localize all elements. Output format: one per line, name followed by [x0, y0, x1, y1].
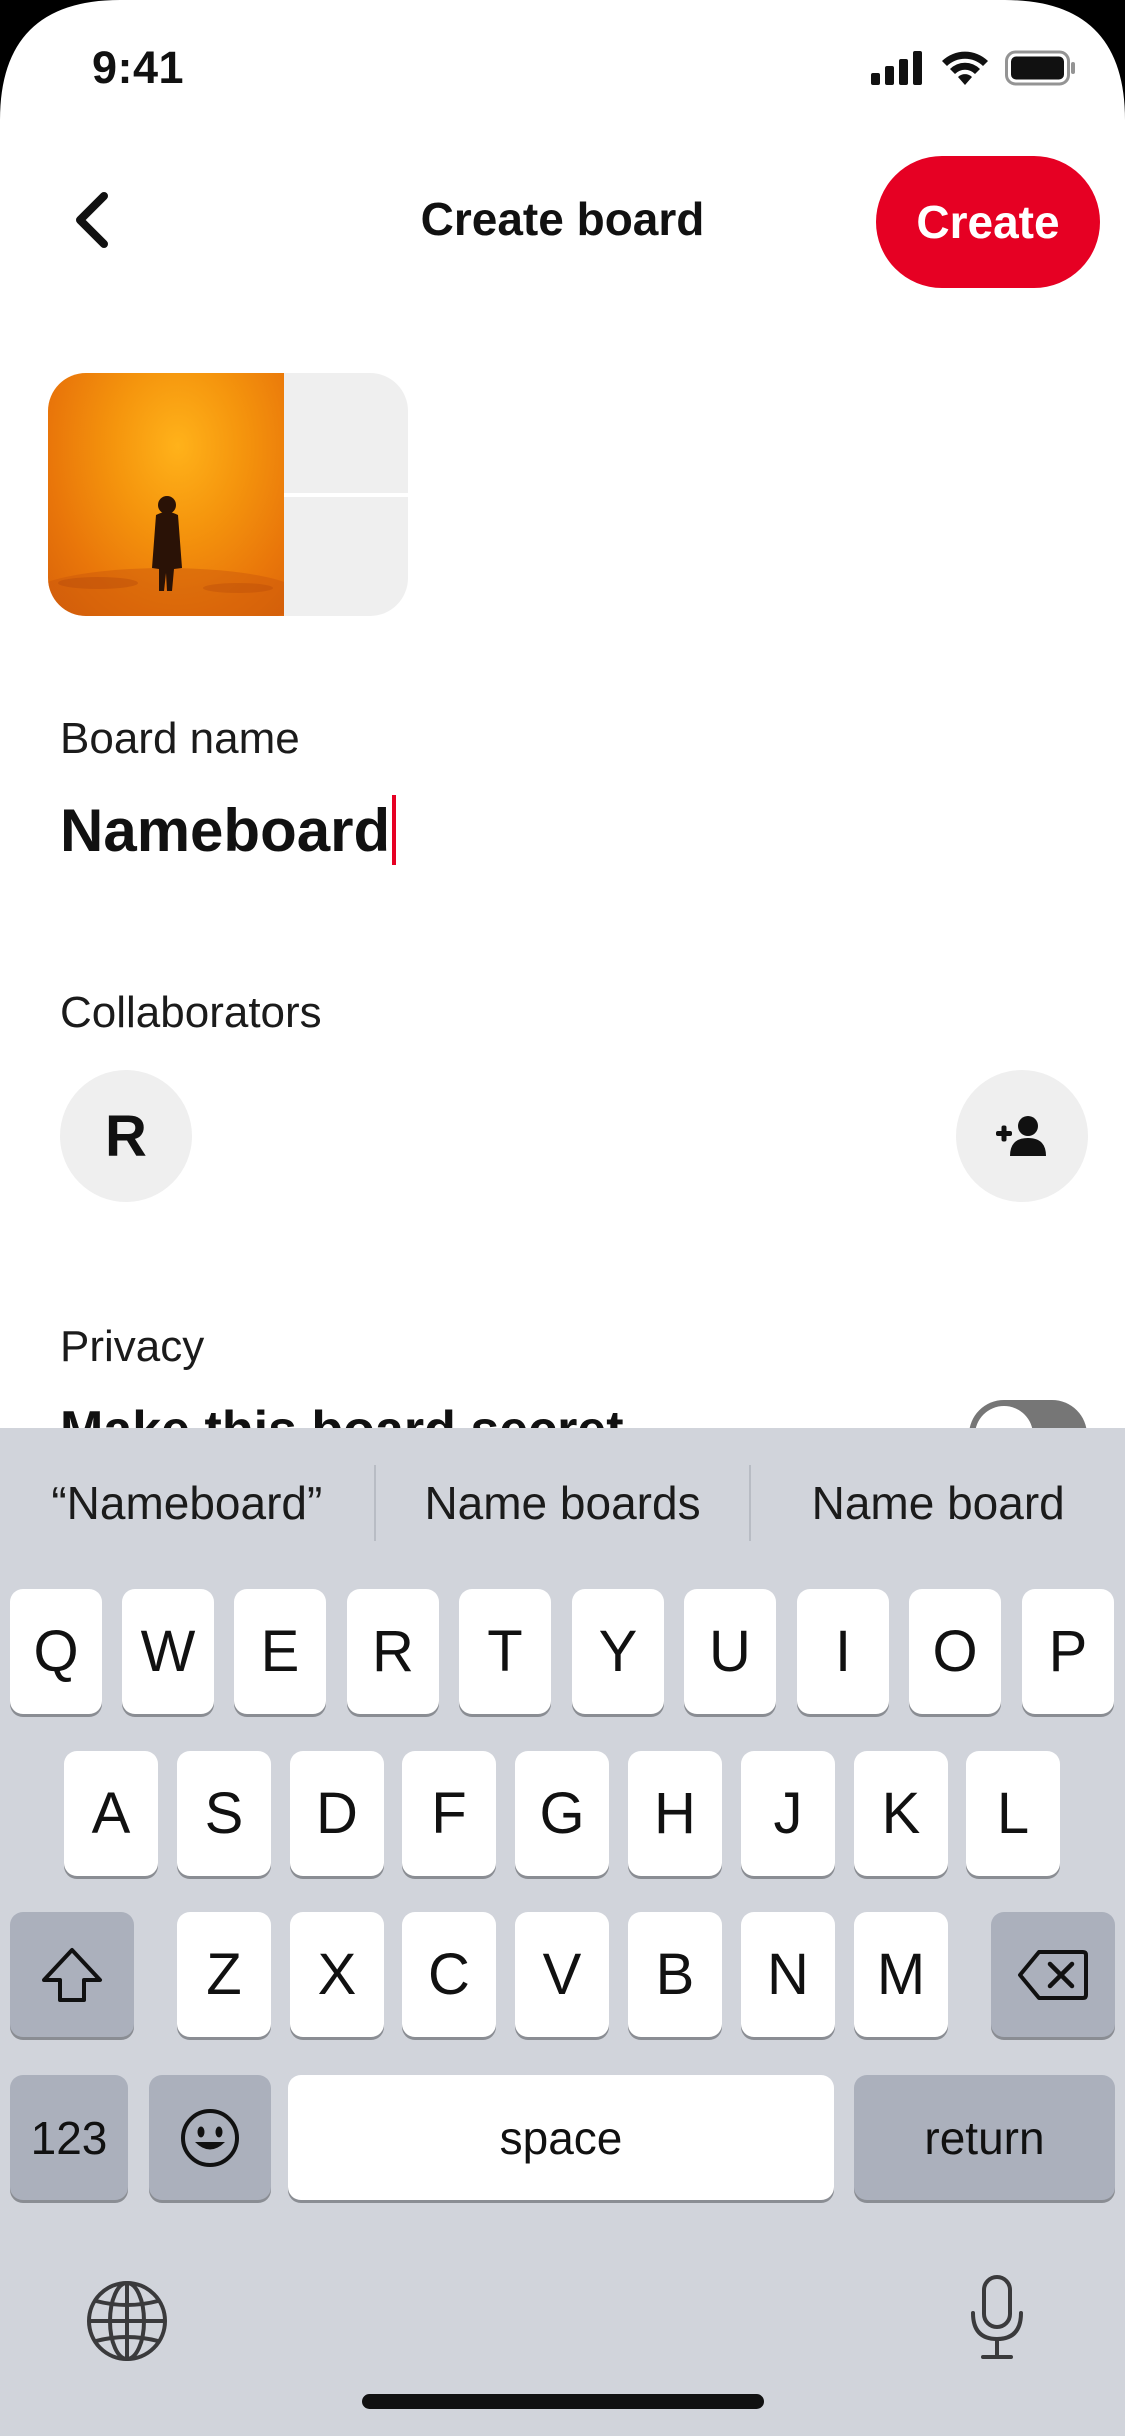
cover-image: [48, 373, 284, 616]
key-u[interactable]: U: [684, 1589, 776, 1714]
delete-key[interactable]: [991, 1912, 1115, 2037]
emoji-key[interactable]: [149, 2075, 271, 2200]
key-a[interactable]: A: [64, 1751, 158, 1876]
board-name-label: Board name: [60, 714, 300, 763]
cellular-signal-icon: [871, 51, 922, 85]
wifi-icon: [942, 51, 988, 85]
key-g[interactable]: G: [515, 1751, 609, 1876]
home-indicator[interactable]: [362, 2394, 764, 2409]
privacy-label: Privacy: [60, 1322, 205, 1371]
avatar[interactable]: R: [60, 1070, 192, 1202]
board-cover[interactable]: [48, 373, 408, 616]
battery-icon: [1005, 50, 1075, 86]
suggestion-item[interactable]: “Nameboard”: [0, 1476, 374, 1530]
key-r[interactable]: R: [347, 1589, 439, 1714]
key-m[interactable]: M: [854, 1912, 948, 2037]
board-name-value: Nameboard: [60, 796, 391, 864]
key-v[interactable]: V: [515, 1912, 609, 2037]
emoji-icon: [181, 2108, 239, 2167]
dictation-button[interactable]: [952, 2268, 1042, 2368]
keyboard: “Nameboard” Name boards Name board Q W E…: [0, 1428, 1125, 2436]
suggestion-bar: “Nameboard” Name boards Name board: [0, 1428, 1125, 1578]
key-o[interactable]: O: [909, 1589, 1001, 1714]
microphone-icon: [971, 2275, 1023, 2359]
cover-empty-slots: [284, 373, 408, 616]
key-n[interactable]: N: [741, 1912, 835, 2037]
key-s[interactable]: S: [177, 1751, 271, 1876]
key-k[interactable]: K: [854, 1751, 948, 1876]
board-name-field[interactable]: Nameboard: [60, 795, 397, 865]
delete-icon: [1018, 1949, 1088, 2000]
key-h[interactable]: H: [628, 1751, 722, 1876]
key-b[interactable]: B: [628, 1912, 722, 2037]
cover-slot: [284, 373, 408, 497]
key-d[interactable]: D: [290, 1751, 384, 1876]
key-x[interactable]: X: [290, 1912, 384, 2037]
status-bar: 9:41: [0, 0, 1125, 140]
shift-icon: [42, 1947, 102, 2002]
key-e[interactable]: E: [234, 1589, 326, 1714]
return-key[interactable]: return: [854, 2075, 1115, 2200]
add-collaborator-button[interactable]: [956, 1070, 1088, 1202]
header: Create board Create: [0, 150, 1125, 290]
cover-slot: [284, 496, 408, 616]
suggestion-item[interactable]: Name board: [751, 1476, 1125, 1530]
key-f[interactable]: F: [402, 1751, 496, 1876]
key-l[interactable]: L: [966, 1751, 1060, 1876]
key-i[interactable]: I: [797, 1589, 889, 1714]
key-t[interactable]: T: [459, 1589, 551, 1714]
space-key[interactable]: space: [288, 2075, 834, 2200]
create-button[interactable]: Create: [876, 156, 1100, 288]
numbers-key[interactable]: 123: [10, 2075, 128, 2200]
globe-button[interactable]: [82, 2276, 172, 2366]
suggestion-item[interactable]: Name boards: [376, 1476, 750, 1530]
collaborators-label: Collaborators: [60, 988, 322, 1037]
status-icons: [871, 50, 1077, 86]
shift-key[interactable]: [10, 1912, 134, 2037]
key-c[interactable]: C: [402, 1912, 496, 2037]
status-time: 9:41: [92, 42, 185, 93]
avatar-initial: R: [105, 1103, 147, 1169]
key-z[interactable]: Z: [177, 1912, 271, 2037]
key-j[interactable]: J: [741, 1751, 835, 1876]
key-p[interactable]: P: [1022, 1589, 1114, 1714]
key-w[interactable]: W: [122, 1589, 214, 1714]
key-q[interactable]: Q: [10, 1589, 102, 1714]
add-person-icon: [996, 1116, 1046, 1156]
text-caret: [392, 795, 397, 865]
globe-icon: [87, 2281, 167, 2361]
key-y[interactable]: Y: [572, 1589, 664, 1714]
